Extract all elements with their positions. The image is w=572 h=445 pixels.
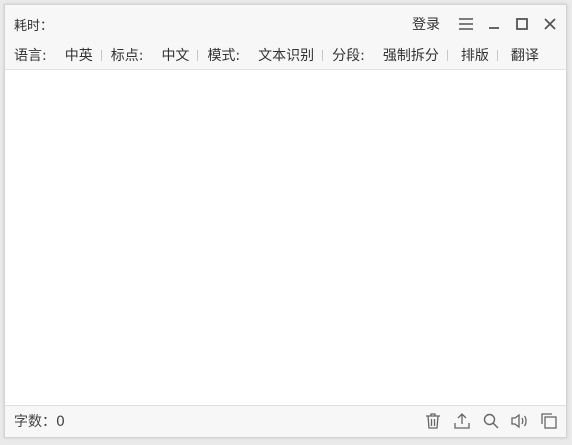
ocr-window: 耗时： 登录 语言: 中英 标点: 中文 模式: 文本识别 分段: 强制拆分 排… xyxy=(4,4,567,438)
divider xyxy=(100,49,102,61)
mode-select[interactable]: 文本识别 xyxy=(258,45,314,65)
segment-select[interactable]: 强制拆分 xyxy=(383,45,439,65)
title-bar: 耗时： 登录 xyxy=(5,5,566,41)
divider xyxy=(496,49,498,61)
menu-icon[interactable] xyxy=(456,14,476,34)
maximize-icon[interactable] xyxy=(512,14,532,34)
trash-icon[interactable] xyxy=(422,410,444,432)
login-button[interactable]: 登录 xyxy=(412,14,440,34)
speaker-icon[interactable] xyxy=(509,410,531,432)
close-icon[interactable] xyxy=(540,14,560,34)
options-bar: 语言: 中英 标点: 中文 模式: 文本识别 分段: 强制拆分 排版 翻译 xyxy=(5,41,566,70)
divider xyxy=(197,49,199,61)
elapsed-time-label: 耗时： xyxy=(14,19,54,34)
divider xyxy=(322,49,324,61)
segment-label: 分段: xyxy=(332,48,365,64)
divider xyxy=(446,49,448,61)
mode-label: 模式: xyxy=(207,48,241,64)
language-label: 语言: xyxy=(14,48,47,64)
layout-button[interactable]: 排版 xyxy=(461,45,489,65)
status-bar: 字数：0 xyxy=(5,405,566,437)
action-icons xyxy=(415,410,560,432)
search-icon[interactable] xyxy=(480,410,502,432)
result-text-area[interactable] xyxy=(5,70,566,406)
language-select[interactable]: 中英 xyxy=(65,45,93,65)
upload-icon[interactable] xyxy=(451,410,473,432)
punctuation-select[interactable]: 中文 xyxy=(161,45,189,65)
punctuation-label: 标点: xyxy=(110,48,144,64)
title-controls: 登录 xyxy=(412,12,560,36)
copy-icon[interactable] xyxy=(538,410,560,432)
minimize-icon[interactable] xyxy=(484,14,504,34)
translate-button[interactable]: 翻译 xyxy=(511,45,539,65)
char-count: 字数：0 xyxy=(14,414,65,430)
